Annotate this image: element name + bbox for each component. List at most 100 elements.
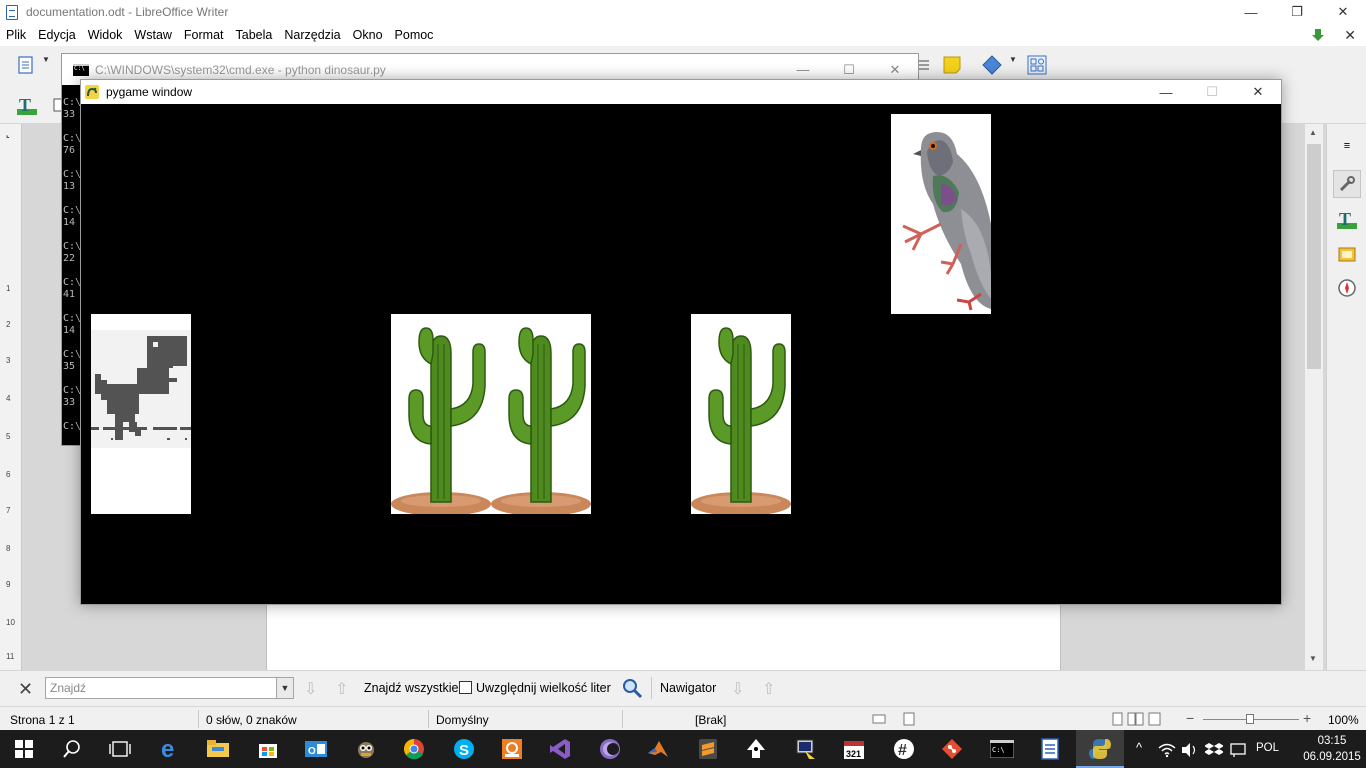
draw-functions-icon[interactable]: [1027, 55, 1047, 75]
outlook-icon[interactable]: O: [292, 730, 340, 768]
inkscape-icon[interactable]: [732, 730, 780, 768]
navigator-up-icon[interactable]: ⇧: [762, 679, 775, 699]
navigator-button[interactable]: Nawigator: [660, 681, 716, 695]
edge-icon[interactable]: e: [146, 730, 194, 768]
styles-icon[interactable]: T: [16, 95, 37, 115]
close-button[interactable]: ✕: [1320, 0, 1366, 24]
pygame-minimize-button[interactable]: —: [1143, 80, 1189, 104]
input-language[interactable]: POL: [1256, 742, 1279, 754]
menu-tabela[interactable]: Tabela: [230, 28, 279, 42]
start-button[interactable]: [0, 730, 48, 768]
gimp-icon[interactable]: [342, 730, 390, 768]
close-find-icon[interactable]: ✕: [18, 679, 33, 700]
eclipse-icon[interactable]: [586, 730, 634, 768]
page-style[interactable]: Domyślny: [436, 713, 489, 727]
putty-icon[interactable]: [782, 730, 830, 768]
zoom-slider-knob[interactable]: [1246, 714, 1254, 724]
cmd-taskbar-icon[interactable]: C:\: [978, 730, 1026, 768]
maximize-button[interactable]: ❐: [1274, 0, 1320, 24]
find-separator: [651, 677, 652, 699]
writer-taskbar-icon[interactable]: [1026, 730, 1074, 768]
sidebar-styles-icon[interactable]: T: [1333, 206, 1361, 234]
ruler-tick: 3: [6, 356, 11, 365]
properties-icon[interactable]: [1333, 170, 1361, 198]
zoom-in-icon[interactable]: +: [1303, 710, 1311, 726]
tray-chevron-icon[interactable]: ^: [1136, 740, 1142, 755]
scroll-down-icon[interactable]: ▼: [1309, 654, 1317, 663]
menu-plik[interactable]: Plik: [0, 28, 32, 42]
status-separator: [198, 710, 199, 728]
gallery-icon[interactable]: [1333, 240, 1361, 268]
menu-format[interactable]: Format: [178, 28, 230, 42]
pygame-window[interactable]: pygame window — ☐ ✕: [80, 79, 1282, 605]
task-view-icon[interactable]: [96, 730, 144, 768]
dropbox-icon[interactable]: [1204, 741, 1224, 759]
find-all-button[interactable]: Znajdź wszystkie: [364, 681, 458, 695]
scrollbar-thumb[interactable]: [1307, 144, 1321, 369]
dinosaur-sprite: [91, 314, 191, 514]
find-next-icon[interactable]: ⇩: [304, 679, 317, 699]
menu-okno[interactable]: Okno: [347, 28, 389, 42]
menu-edycja[interactable]: Edycja: [32, 28, 82, 42]
sidebar-menu-icon[interactable]: ≡: [1333, 132, 1361, 160]
word-count[interactable]: 0 słów, 0 znaków: [206, 713, 297, 727]
vertical-scrollbar[interactable]: ▲ ▼: [1305, 124, 1323, 670]
selection-mode-icon[interactable]: [872, 712, 886, 726]
pygame-titlebar[interactable]: pygame window — ☐ ✕: [81, 80, 1281, 104]
menu-pomoc[interactable]: Pomoc: [389, 28, 440, 42]
language-status[interactable]: [Brak]: [695, 713, 726, 727]
ruler-tick: 5: [6, 432, 11, 441]
new-document-icon[interactable]: [16, 55, 36, 75]
file-explorer-icon[interactable]: [194, 730, 242, 768]
git-icon[interactable]: [928, 730, 976, 768]
zoom-out-icon[interactable]: −: [1186, 710, 1194, 726]
python-taskbar-icon[interactable]: [1076, 730, 1124, 768]
ruler-tick: 11: [6, 652, 15, 661]
store-icon[interactable]: [244, 730, 292, 768]
menu-narzedzia[interactable]: Narzędzia: [278, 28, 346, 42]
sidebar-deck: ≡ T: [1326, 124, 1366, 670]
wifi-icon[interactable]: [1158, 742, 1176, 758]
page-count[interactable]: Strona 1 z 1: [10, 713, 75, 727]
minimize-button[interactable]: —: [1228, 0, 1274, 24]
menu-wstaw[interactable]: Wstaw: [128, 28, 178, 42]
clock[interactable]: 03:15 06.09.2015: [1302, 733, 1362, 765]
find-replace-icon[interactable]: [621, 677, 643, 699]
pygame-close-button[interactable]: ✕: [1235, 80, 1281, 104]
sublime-icon[interactable]: [684, 730, 732, 768]
scroll-up-icon[interactable]: ▲: [1309, 128, 1317, 137]
new-dropdown-icon[interactable]: ▼: [42, 55, 62, 75]
search-icon[interactable]: [48, 730, 96, 768]
shapes-dropdown-icon[interactable]: ▼: [1009, 55, 1029, 75]
navigator-down-icon[interactable]: ⇩: [731, 679, 744, 699]
close-document-icon[interactable]: ✕: [1344, 27, 1356, 44]
taskbar: e O S 321 # C:\ ^ POL 03:15 06.09.2015: [0, 730, 1366, 768]
ruler-tick: 9: [6, 580, 11, 589]
clock-date: 06.09.2015: [1303, 751, 1361, 763]
find-dropdown-icon[interactable]: ▼: [276, 677, 294, 699]
chrome-icon[interactable]: [390, 730, 438, 768]
update-download-icon[interactable]: [1310, 28, 1326, 43]
volume-icon[interactable]: [1181, 742, 1199, 758]
pygame-snake-icon: [85, 85, 99, 99]
comment-icon[interactable]: [942, 55, 962, 75]
slack-icon[interactable]: #: [880, 730, 928, 768]
find-input[interactable]: Znajdź: [45, 677, 277, 699]
view-layout-icons[interactable]: [1112, 712, 1162, 726]
menu-widok[interactable]: Widok: [82, 28, 129, 42]
skype-icon[interactable]: S: [440, 730, 488, 768]
match-case-label[interactable]: Uwzględnij wielkość liter: [476, 681, 611, 695]
svg-text:321: 321: [846, 749, 861, 759]
action-center-icon[interactable]: [1229, 741, 1247, 759]
game-canvas[interactable]: [81, 104, 1281, 604]
doc-modified-icon[interactable]: [902, 712, 916, 726]
shapes-icon[interactable]: [982, 55, 1002, 75]
match-case-checkbox[interactable]: [459, 681, 472, 694]
calendar-app-icon[interactable]: 321: [830, 730, 878, 768]
find-previous-icon[interactable]: ⇧: [335, 679, 348, 699]
zoom-level[interactable]: 100%: [1328, 713, 1359, 727]
matlab-icon[interactable]: [634, 730, 682, 768]
pdf-icon[interactable]: [488, 730, 536, 768]
visual-studio-icon[interactable]: [536, 730, 584, 768]
navigator-icon[interactable]: [1333, 274, 1361, 302]
